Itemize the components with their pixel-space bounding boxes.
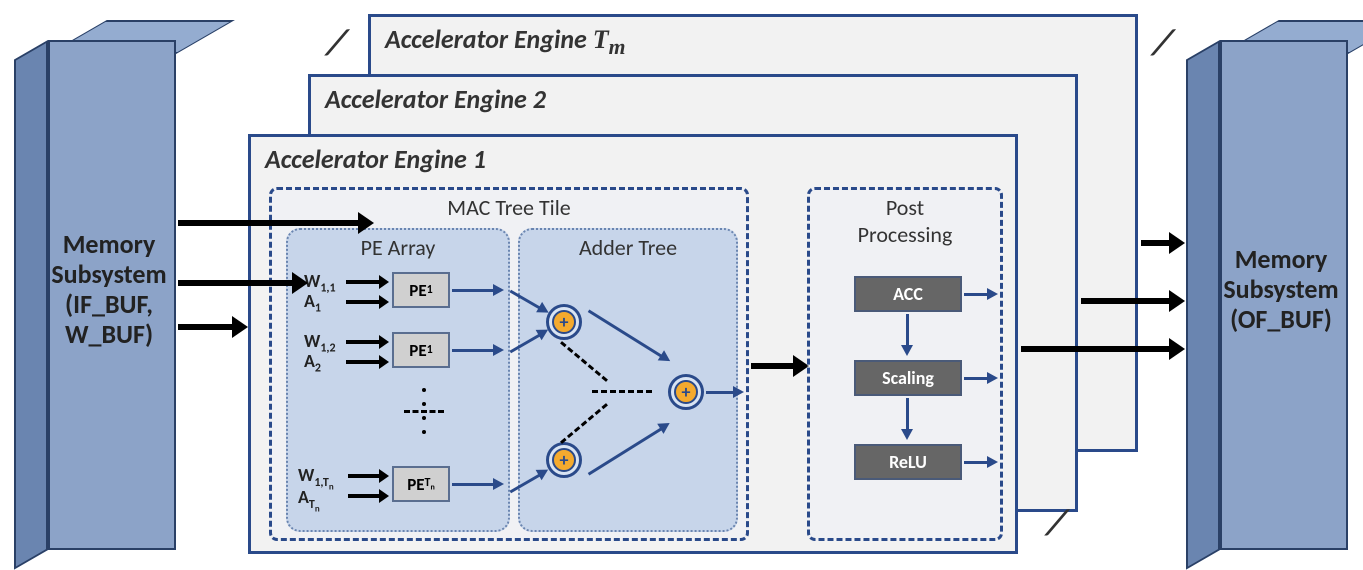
engine-tm-prefix: Accelerator Engine xyxy=(385,23,593,55)
w11-arrow xyxy=(346,280,380,284)
adder-tree-title: Adder Tree xyxy=(520,234,736,261)
engine-2-title: Accelerator Engine 2 xyxy=(325,83,546,115)
adder-l1-2: + xyxy=(546,442,582,478)
mem-left-side xyxy=(14,40,48,570)
pe-array-title: PE Array xyxy=(288,234,508,261)
adder-final: + xyxy=(668,374,704,410)
mem-right-label: Memory Subsystem (OF_BUF) xyxy=(1216,245,1346,335)
plus-icon: + xyxy=(552,448,576,472)
pp-scaling: Scaling xyxy=(854,360,962,396)
a1-arrow xyxy=(346,300,380,304)
stack-slash-tr: / xyxy=(1153,20,1174,64)
w1tn-arrow xyxy=(348,474,380,478)
diagram-root: Memory Subsystem (IF_BUF, W_BUF) Memory … xyxy=(0,0,1363,566)
l1-dash-up xyxy=(560,341,608,382)
e2-to-mem-right-arrow xyxy=(1081,298,1171,304)
post-processing-box: PostProcessing ACC Scaling ReLU xyxy=(807,187,1003,541)
mem-left-label: Memory Subsystem (IF_BUF, W_BUF) xyxy=(44,230,174,350)
mem-left-to-e1-arrow xyxy=(178,324,234,330)
pe2-out-arrow xyxy=(452,349,494,352)
mem-left-l4: W_BUF) xyxy=(65,318,153,350)
mem-left-l3: (IF_BUF, xyxy=(65,288,153,320)
atn-arrow xyxy=(348,494,380,498)
a2-label: A2 xyxy=(304,350,321,376)
engine-box-1: Accelerator Engine 1 MAC Tree Tile PE Ar… xyxy=(248,134,1018,554)
acc-to-scaling-arrow xyxy=(906,314,909,346)
l1b-in1 xyxy=(510,474,541,494)
final-in1 xyxy=(588,309,663,357)
mem-right-side xyxy=(1186,40,1220,570)
mem-left-to-e2-arrow xyxy=(178,280,294,286)
stack-slash-tl: / xyxy=(327,20,348,64)
plus-icon: + xyxy=(552,310,576,334)
w12-arrow xyxy=(346,340,380,344)
mac-tree-tile: MAC Tree Tile PE Array W1,1 A1 PE1 W1,2 … xyxy=(269,187,749,541)
pe-array-box: PE Array W1,1 A1 PE1 W1,2 A2 PE1 xyxy=(286,228,510,532)
engine-tm-sub: m xyxy=(609,35,626,59)
petn-out-arrow xyxy=(452,483,494,486)
l1a-in2 xyxy=(510,334,541,354)
mac-tile-title: MAC Tree Tile xyxy=(272,194,746,221)
pe1-out-arrow xyxy=(452,289,494,292)
pp-acc: ACC xyxy=(854,276,962,312)
stack-slash-br: / xyxy=(1047,500,1068,544)
engine-1-title: Accelerator Engine 1 xyxy=(265,143,486,175)
engine-tm-sym: T xyxy=(593,25,609,54)
l1a-in1 xyxy=(510,290,541,310)
memory-subsystem-right: Memory Subsystem (OF_BUF) xyxy=(1186,40,1346,550)
e1-to-mem-right-arrow xyxy=(1021,346,1171,352)
adder-hdash xyxy=(592,390,652,393)
mac-to-post-arrow xyxy=(751,363,795,369)
l1-dash-down xyxy=(560,403,608,444)
acc-out-arrow xyxy=(964,293,988,296)
mem-left-l1: Memory xyxy=(63,228,156,260)
pe-tn: PETn xyxy=(392,466,450,502)
pp-relu: ReLU xyxy=(854,444,962,480)
scaling-to-relu-arrow xyxy=(906,398,909,430)
plus-icon: + xyxy=(674,380,698,404)
post-title: PostProcessing xyxy=(810,194,1000,248)
e3-to-mem-right-arrow xyxy=(1141,240,1171,246)
a2-arrow xyxy=(346,360,380,364)
mem-right-l3: (OF_BUF) xyxy=(1230,303,1332,335)
pe-2: PE1 xyxy=(392,332,450,368)
adder-tree-box: Adder Tree + + + xyxy=(518,228,738,532)
mem-left-to-e3-arrow xyxy=(178,220,360,226)
final-out xyxy=(706,391,734,394)
final-in2 xyxy=(588,427,663,475)
mem-right-l2: Subsystem xyxy=(1223,273,1338,305)
atn-label: ATn xyxy=(298,486,320,514)
memory-subsystem-left: Memory Subsystem (IF_BUF, W_BUF) xyxy=(14,40,174,550)
pe-vdots-wrap xyxy=(404,388,444,438)
mem-left-l2: Subsystem xyxy=(51,258,166,290)
mem-right-l1: Memory xyxy=(1235,243,1328,275)
engine-tm-title: Accelerator Engine Tm xyxy=(385,23,625,60)
relu-out-arrow xyxy=(964,461,988,464)
pe-1: PE1 xyxy=(392,272,450,308)
scaling-out-arrow xyxy=(964,377,988,380)
